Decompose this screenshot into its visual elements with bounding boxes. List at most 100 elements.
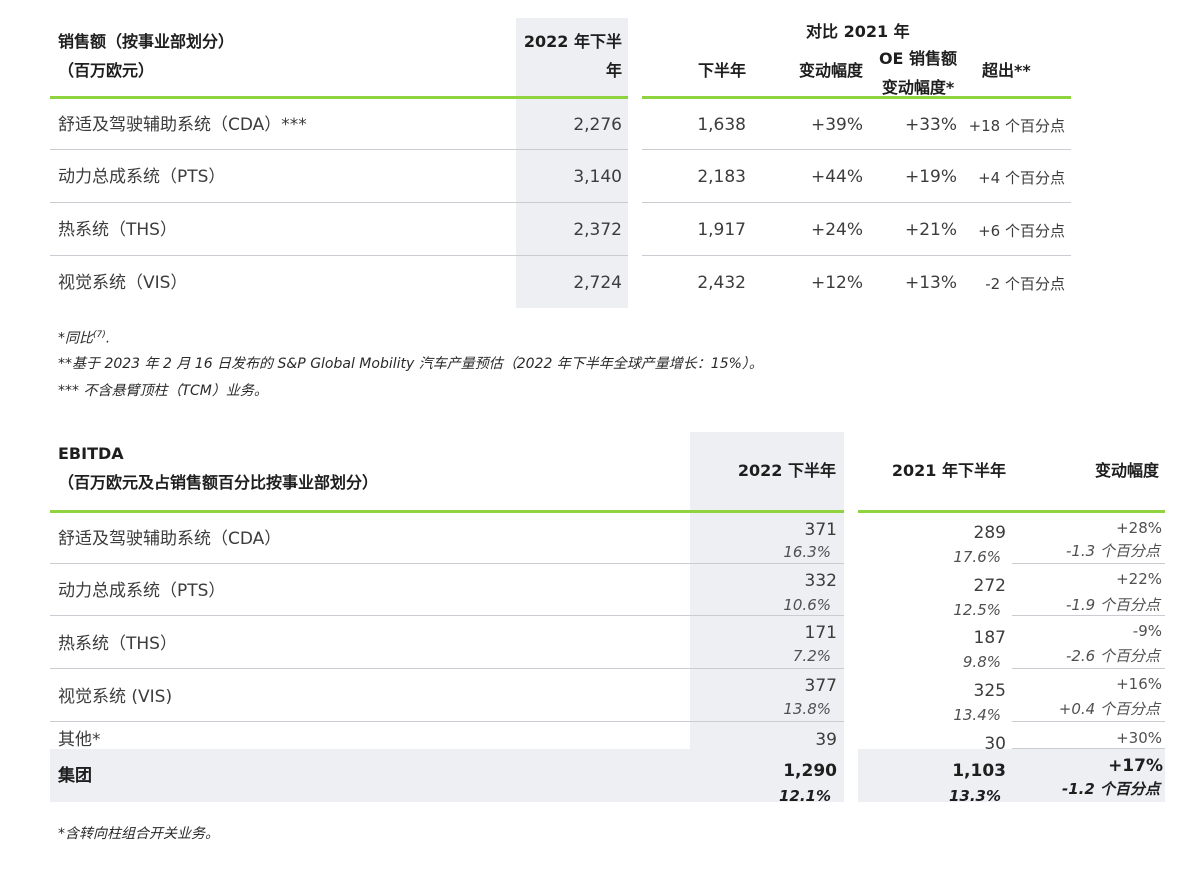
header-change: 变动幅度 — [1094, 461, 1159, 480]
footnote-tcm: *** 不含悬臂顶柱（TCM）业务。 — [58, 383, 268, 399]
ebitda-2021: 30 — [984, 734, 1006, 754]
ebitda-2021: 325 — [973, 681, 1006, 701]
ebitda-2022: 332 — [804, 571, 837, 591]
sales-2022-h2: 3,140 — [573, 167, 622, 187]
sales-2021-h2: 2,183 — [697, 167, 746, 187]
row-divider — [50, 563, 844, 564]
oe-sales-change: +33% — [904, 115, 957, 135]
header-2022-h2: 2022 下半年 — [737, 461, 836, 480]
group-margin-2022: 12.1% — [778, 787, 831, 805]
division-name: 视觉系统（VIS） — [58, 273, 188, 293]
division-name: 视觉系统 (VIS) — [58, 687, 173, 707]
group-margin-change: -1.2 个百分点 — [1061, 780, 1160, 798]
margin-2022: 16.3% — [783, 543, 831, 561]
outperformance: +4 个百分点 — [978, 169, 1065, 187]
sales-2022-h2: 2,276 — [573, 115, 622, 135]
division-name: 热系统（THS） — [58, 220, 177, 240]
margin-2022: 7.2% — [792, 647, 831, 665]
ebitda-2022: 39 — [815, 730, 837, 750]
division-name: 舒适及驾驶辅助系统（CDA） — [58, 529, 282, 549]
oe-sales-change: +13% — [904, 273, 957, 293]
header-change: 变动幅度 — [798, 61, 863, 80]
row-divider — [1012, 563, 1165, 564]
ebitda-subtitle: （百万欧元及占销售额百分比按事业部划分） — [58, 473, 379, 492]
header-compare-2021: 对比 2021 年 — [806, 22, 910, 41]
row-divider — [1012, 721, 1165, 722]
header-rule-left — [50, 510, 844, 513]
group-ebitda-change: +17% — [1108, 756, 1163, 776]
header-2022-h2-cont: 年 — [605, 61, 622, 80]
ebitda-2022: 171 — [804, 623, 837, 643]
row-divider — [642, 255, 1071, 256]
oe-sales-change: +19% — [904, 167, 957, 187]
row-divider — [50, 255, 628, 256]
sales-2022-h2: 2,372 — [573, 220, 622, 240]
division-name: 舒适及驾驶辅助系统（CDA）*** — [58, 115, 307, 135]
group-margin-2021: 13.3% — [948, 787, 1001, 805]
margin-2021: 12.5% — [953, 601, 1001, 619]
header-h2-2021: 下半年 — [697, 61, 746, 80]
division-name: 其他* — [58, 730, 101, 750]
row-divider — [50, 615, 844, 616]
margin-2021: 13.4% — [953, 706, 1001, 724]
ebitda-2022: 371 — [804, 520, 837, 540]
margin-2021: 9.8% — [962, 653, 1001, 671]
margin-change: -1.3 个百分点 — [1065, 542, 1160, 560]
division-name: 热系统（THS） — [58, 634, 177, 654]
row-divider — [1012, 748, 1165, 749]
sales-change: +24% — [810, 220, 863, 240]
sales-2021-h2: 1,917 — [697, 220, 746, 240]
row-divider — [50, 721, 844, 722]
header-oe-change: OE 销售额 — [878, 49, 958, 68]
outperformance: -2 个百分点 — [985, 275, 1065, 293]
header-2021-h2: 2021 年下半年 — [891, 461, 1006, 480]
sales-change: +44% — [810, 167, 863, 187]
header-rule-right — [642, 96, 1071, 99]
ebitda-change: +28% — [1116, 519, 1162, 537]
margin-2021: 17.6% — [953, 548, 1001, 566]
group-ebitda-2021: 1,103 — [952, 761, 1006, 781]
header-outperformance: 超出** — [982, 61, 1031, 80]
footnote-steering: *含转向柱组合开关业务。 — [58, 826, 219, 842]
row-divider — [50, 149, 628, 150]
row-divider — [50, 202, 628, 203]
margin-2022: 10.6% — [783, 596, 831, 614]
outperformance: +6 个百分点 — [978, 222, 1065, 240]
margin-change: +0.4 个百分点 — [1058, 700, 1160, 718]
sales-2022-h2: 2,724 — [573, 273, 622, 293]
ebitda-title: EBITDA — [58, 444, 124, 463]
sales-2021-h2: 2,432 — [697, 273, 746, 293]
margin-change: -2.6 个百分点 — [1065, 647, 1160, 665]
ebitda-change: +16% — [1116, 675, 1162, 693]
row-divider — [642, 149, 1071, 150]
footnote-yoy: *同比(7). — [58, 330, 111, 347]
header-division: 销售额（按事业部划分） — [58, 32, 235, 51]
group-ebitda-2022: 1,290 — [783, 761, 837, 781]
ebitda-change: +22% — [1116, 570, 1162, 588]
row-divider — [1012, 668, 1165, 669]
row-divider — [50, 668, 844, 669]
sales-change: +12% — [810, 273, 863, 293]
outperformance: +18 个百分点 — [968, 117, 1065, 135]
ebitda-2022: 377 — [804, 676, 837, 696]
header-rule-left — [50, 96, 628, 99]
sales-change: +39% — [810, 115, 863, 135]
margin-change: -1.9 个百分点 — [1065, 596, 1160, 614]
division-name: 动力总成系统（PTS） — [58, 581, 226, 601]
division-name: 动力总成系统（PTS） — [58, 167, 226, 187]
footnote-outperformance: **基于 2023 年 2 月 16 日发布的 S&P Global Mobil… — [58, 356, 763, 372]
sales-2021-h2: 1,638 — [697, 115, 746, 135]
ebitda-2021: 187 — [973, 628, 1006, 648]
row-divider — [1012, 615, 1165, 616]
oe-sales-change: +21% — [904, 220, 957, 240]
ebitda-2021: 272 — [973, 576, 1006, 596]
ebitda-2021: 289 — [973, 523, 1006, 543]
group-total-label: 集团 — [58, 766, 92, 786]
ebitda-change: +30% — [1116, 729, 1162, 747]
margin-2022: 13.8% — [783, 700, 831, 718]
header-2022-h2: 2022 年下半 — [523, 32, 622, 51]
header-unit: （百万欧元） — [58, 61, 155, 80]
row-divider — [642, 202, 1071, 203]
header-rule-right — [858, 510, 1165, 513]
ebitda-change: -9% — [1132, 622, 1162, 640]
